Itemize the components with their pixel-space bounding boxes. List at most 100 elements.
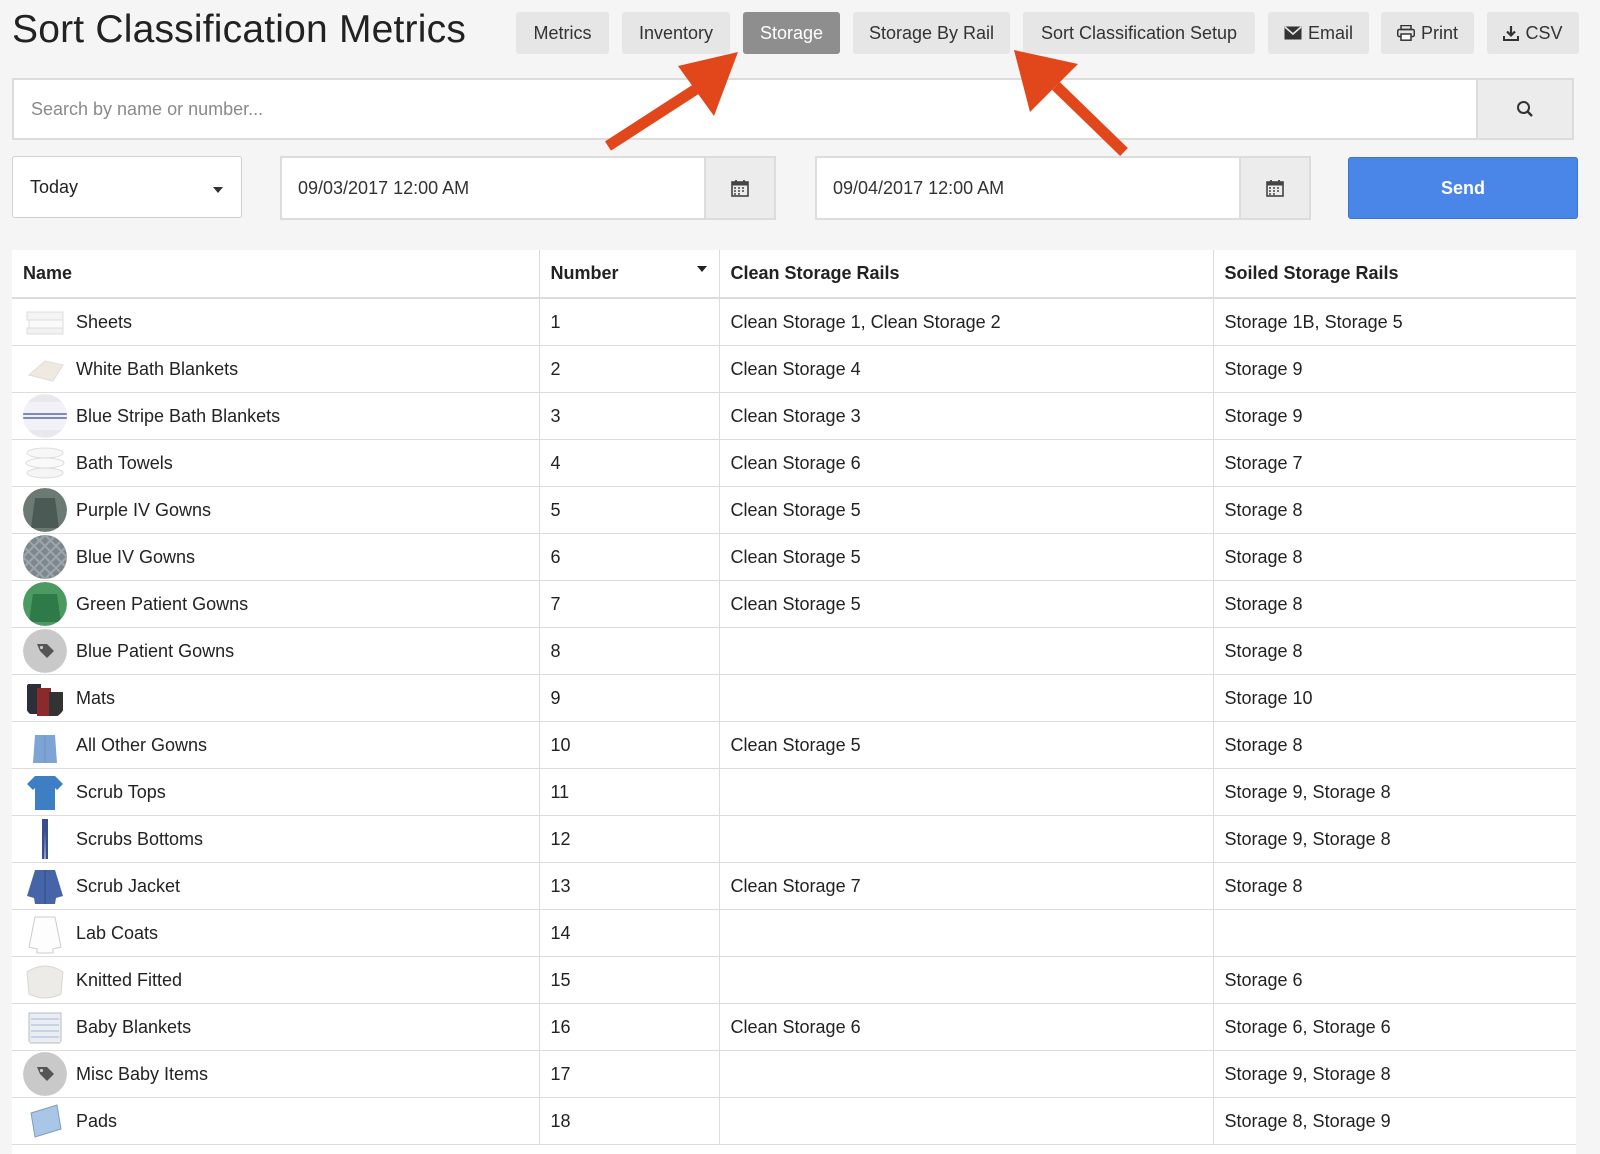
column-header-name[interactable]: Name: [12, 250, 540, 299]
end-date-input[interactable]: [817, 158, 1241, 218]
table-row[interactable]: Knitted Fitted 15 Storage 6: [12, 956, 1576, 1004]
cell-name: Blue Stripe Bath Blankets: [12, 392, 540, 440]
email-button[interactable]: Email: [1268, 12, 1369, 54]
table-row[interactable]: Lab Coats 14: [12, 909, 1576, 957]
table-row[interactable]: Purple IV Gowns 5 Clean Storage 5 Storage 8: [12, 486, 1576, 534]
item-thumbnail: [23, 441, 67, 485]
cell-name: Blue IV Gowns: [12, 533, 540, 581]
tab-storage[interactable]: Storage: [743, 12, 840, 54]
chevron-down-icon: [213, 187, 223, 193]
item-name: Scrub Tops: [76, 781, 166, 802]
cell-name: Purple IV Gowns: [12, 486, 540, 534]
cell-name: Lab Coats: [12, 909, 540, 957]
item-thumbnail: [23, 488, 67, 532]
printer-icon: [1396, 25, 1415, 41]
page-title: Sort Classification Metrics: [12, 8, 467, 51]
cell-clean-storage-rails: Clean Storage 5: [719, 486, 1214, 534]
cell-name: White Bath Blankets: [12, 345, 540, 393]
cell-number: 6: [539, 533, 720, 581]
item-name: Lab Coats: [76, 922, 159, 943]
cell-number: 8: [539, 627, 720, 675]
column-header-number[interactable]: Number: [539, 250, 720, 299]
csv-button[interactable]: CSV: [1487, 12, 1579, 54]
download-icon: [1503, 26, 1520, 41]
table-row[interactable]: Baby Blankets 16 Clean Storage 6 Storage 6,…: [12, 1003, 1576, 1051]
end-date-calendar-button[interactable]: [1239, 158, 1309, 218]
item-name: Scrub Jacket: [76, 875, 181, 896]
cell-name: Knitted Fitted: [12, 956, 540, 1004]
cell-name: Mats: [12, 674, 540, 722]
item-thumbnail: [23, 535, 67, 579]
cell-number: 3: [539, 392, 720, 440]
cell-soiled-storage-rails: Storage 9: [1213, 345, 1576, 393]
item-thumbnail: [23, 1099, 67, 1143]
send-button[interactable]: Send: [1348, 157, 1578, 219]
table-row[interactable]: Blue IV Gowns 6 Clean Storage 5 Storage 8: [12, 533, 1576, 581]
print-button[interactable]: Print: [1381, 12, 1474, 54]
item-thumbnail: [23, 676, 67, 720]
csv-label: CSV: [1525, 22, 1563, 43]
table-row[interactable]: Scrub Tops 11 Storage 9, Storage 8: [12, 768, 1576, 816]
cell-clean-storage-rails: [719, 956, 1214, 1004]
search-input[interactable]: [14, 80, 1474, 138]
table-row[interactable]: Blue Patient Gowns 8 Storage 8: [12, 627, 1576, 675]
cell-clean-storage-rails: Clean Storage 5: [719, 533, 1214, 581]
item-thumbnail: [23, 1052, 67, 1096]
item-name: Green Patient Gowns: [76, 593, 249, 614]
cell-number: 2: [539, 345, 720, 393]
search-button[interactable]: [1476, 80, 1572, 138]
table-row[interactable]: Misc Baby Items 17 Storage 9, Storage 8: [12, 1050, 1576, 1098]
cell-soiled-storage-rails: Storage 9, Storage 8: [1213, 1050, 1576, 1098]
item-name: Blue Patient Gowns: [76, 640, 235, 661]
cell-name: Green Patient Gowns: [12, 580, 540, 628]
cell-name: Scrubs Bottoms: [12, 815, 540, 863]
item-name: All Other Gowns: [76, 734, 208, 755]
cell-number: 15: [539, 956, 720, 1004]
table-row[interactable]: All Other Gowns 10 Clean Storage 5 Storage …: [12, 721, 1576, 769]
item-name: Baby Blankets: [76, 1016, 192, 1037]
end-date-group: [815, 156, 1311, 220]
tab-sort-classification-setup[interactable]: Sort Classification Setup: [1023, 12, 1255, 54]
table-row[interactable]: Blue Stripe Bath Blankets 3 Clean Storage …: [12, 392, 1576, 440]
table-row[interactable]: White Bath Blankets 2 Clean Storage 4 Stora…: [12, 345, 1576, 393]
date-range-select[interactable]: Today: [12, 156, 242, 218]
tab-metrics[interactable]: Metrics: [516, 12, 609, 54]
item-name: Misc Baby Items: [76, 1063, 209, 1084]
cell-clean-storage-rails: Clean Storage 1, Clean Storage 2: [719, 298, 1214, 346]
column-header-soiled-storage-rails[interactable]: Soiled Storage Rails: [1213, 250, 1576, 299]
table-row[interactable]: Pads 18 Storage 8, Storage 9: [12, 1097, 1576, 1145]
table-row[interactable]: Sheets 1 Clean Storage 1, Clean Storage 2S…: [12, 298, 1576, 346]
start-date-input[interactable]: [282, 158, 706, 218]
cell-number: 11: [539, 768, 720, 816]
column-header-clean-storage-rails[interactable]: Clean Storage Rails: [719, 250, 1214, 299]
item-name: Scrubs Bottoms: [76, 828, 204, 849]
cell-soiled-storage-rails: Storage 8: [1213, 721, 1576, 769]
sort-desc-icon: [696, 266, 707, 272]
cell-clean-storage-rails: Clean Storage 3: [719, 392, 1214, 440]
item-thumbnail: [23, 300, 67, 344]
table-row[interactable]: Green Patient Gowns 7 Clean Storage 5 Stora…: [12, 580, 1576, 628]
cell-name: Blue Patient Gowns: [12, 627, 540, 675]
cell-soiled-storage-rails: Storage 10: [1213, 674, 1576, 722]
table-row[interactable]: Scrub Jacket 13 Clean Storage 7 Storage 8: [12, 862, 1576, 910]
tab-inventory[interactable]: Inventory: [622, 12, 730, 54]
cell-soiled-storage-rails: Storage 8, Storage 9: [1213, 1097, 1576, 1145]
table-row[interactable]: Mats 9 Storage 10: [12, 674, 1576, 722]
date-range-value: Today: [30, 177, 79, 197]
item-name: Bath Towels: [76, 452, 173, 473]
cell-clean-storage-rails: [719, 815, 1214, 863]
tab-storage-by-rail[interactable]: Storage By Rail: [853, 12, 1010, 54]
cell-soiled-storage-rails: Storage 9, Storage 8: [1213, 768, 1576, 816]
cell-clean-storage-rails: Clean Storage 5: [719, 721, 1214, 769]
cell-clean-storage-rails: [719, 768, 1214, 816]
item-name: Knitted Fitted: [76, 969, 183, 990]
cell-soiled-storage-rails: Storage 6, Storage 6: [1213, 1003, 1576, 1051]
cell-clean-storage-rails: Clean Storage 4: [719, 345, 1214, 393]
start-date-calendar-button[interactable]: [704, 158, 774, 218]
item-name: Pads: [76, 1110, 118, 1131]
cell-soiled-storage-rails: Storage 7: [1213, 439, 1576, 487]
cell-soiled-storage-rails: Storage 8: [1213, 580, 1576, 628]
cell-clean-storage-rails: [719, 674, 1214, 722]
table-row[interactable]: Bath Towels 4 Clean Storage 6 Storage 7: [12, 439, 1576, 487]
table-row[interactable]: Scrubs Bottoms 12 Storage 9, Storage 8: [12, 815, 1576, 863]
